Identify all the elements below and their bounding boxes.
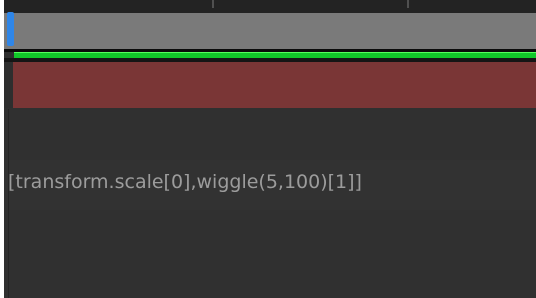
track-left-edge — [8, 109, 9, 298]
empty-track-row — [4, 210, 536, 298]
ruler-tick — [407, 0, 409, 8]
empty-track-row — [4, 108, 536, 160]
time-ruler[interactable] — [4, 0, 536, 13]
current-time-indicator[interactable] — [7, 12, 14, 46]
layer-duration-bar[interactable] — [4, 13, 536, 50]
timeline-panel: [transform.scale[0],wiggle(5,100)[1]] — [4, 0, 536, 298]
ruler-tick — [212, 0, 214, 8]
expression-text[interactable]: [transform.scale[0],wiggle(5,100)[1]] — [8, 168, 362, 196]
red-property-bar[interactable] — [13, 62, 536, 108]
